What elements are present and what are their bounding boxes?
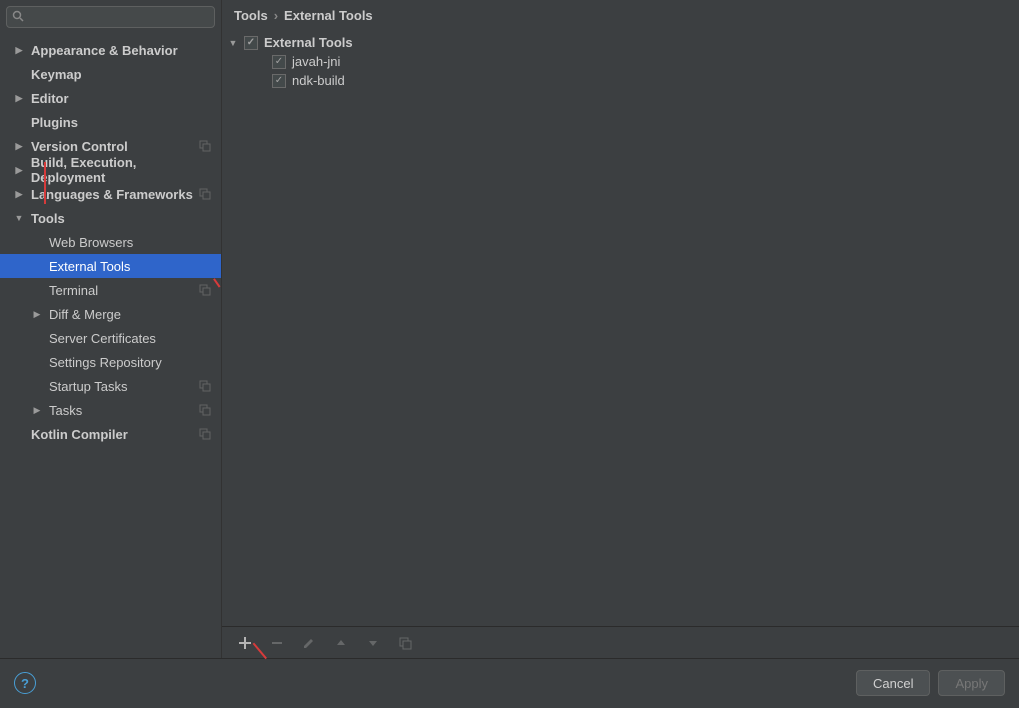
sidebar-item-label: Web Browsers	[49, 235, 133, 250]
search-input[interactable]	[6, 6, 215, 28]
checkbox[interactable]: ✓	[272, 74, 286, 88]
sidebar-item-plugins[interactable]: ▶Plugins	[0, 110, 221, 134]
tool-item-label: javah-jni	[292, 54, 340, 69]
sidebar-item-tools[interactable]: ▼ Tools	[0, 206, 221, 230]
sidebar-item-label: Editor	[31, 91, 69, 106]
sidebar-item-label: Kotlin Compiler	[31, 427, 128, 442]
project-scope-icon	[199, 380, 211, 392]
breadcrumb-part: External Tools	[284, 8, 373, 23]
sidebar-item-kotlin-compiler[interactable]: ▶Kotlin Compiler	[0, 422, 221, 446]
tree-root-external-tools[interactable]: ▼ ✓ External Tools	[228, 33, 1019, 52]
tree-root-label: External Tools	[264, 35, 353, 50]
add-icon[interactable]	[236, 634, 254, 652]
sidebar-item-label: External Tools	[49, 259, 130, 274]
sidebar-item-label: Diff & Merge	[49, 307, 121, 322]
sidebar-item-appearance-behavior[interactable]: ▶ Appearance & Behavior	[0, 38, 221, 62]
cancel-button[interactable]: Cancel	[856, 670, 930, 696]
chevron-right-icon: ▶	[14, 165, 24, 176]
settings-sidebar: ▶Appearance & Behavior▶Keymap▶Editor▶Plu…	[0, 0, 222, 658]
sidebar-item-label: Startup Tasks	[49, 379, 128, 394]
sidebar-item-label: Version Control	[31, 139, 128, 154]
chevron-down-icon: ▼	[228, 38, 238, 48]
sidebar-item-diff-merge[interactable]: ▶ Diff & Merge	[0, 302, 221, 326]
sidebar-item-settings-repository[interactable]: ▶Settings Repository	[0, 350, 221, 374]
bottom-bar: ? Cancel Apply	[0, 659, 1019, 707]
sidebar-item-label: Terminal	[49, 283, 98, 298]
sidebar-item-keymap[interactable]: ▶Keymap	[0, 62, 221, 86]
sidebar-item-terminal[interactable]: ▶Terminal	[0, 278, 221, 302]
apply-button[interactable]: Apply	[938, 670, 1005, 696]
project-scope-icon	[199, 428, 211, 440]
sidebar-item-server-certificates[interactable]: ▶Server Certificates	[0, 326, 221, 350]
help-icon[interactable]: ?	[14, 672, 36, 694]
sidebar-item-label: Keymap	[31, 67, 82, 82]
move-up-icon[interactable]	[332, 634, 350, 652]
sidebar-item-web-browsers[interactable]: ▶Web Browsers	[0, 230, 221, 254]
tool-item-label: ndk-build	[292, 73, 345, 88]
sidebar-item-label: Plugins	[31, 115, 78, 130]
tool-item-javah-jni[interactable]: ✓ javah-jni	[228, 52, 1019, 71]
sidebar-item-external-tools[interactable]: ▶External Tools	[0, 254, 221, 278]
sidebar-item-label: Server Certificates	[49, 331, 156, 346]
checkbox[interactable]: ✓	[244, 36, 258, 50]
sidebar-item-label: Tools	[31, 211, 65, 226]
sidebar-item-startup-tasks[interactable]: ▶Startup Tasks	[0, 374, 221, 398]
tools-toolbar	[222, 626, 1019, 658]
chevron-right-icon: ▶	[32, 309, 42, 320]
chevron-right-icon: ▶	[14, 141, 24, 152]
move-down-icon[interactable]	[364, 634, 382, 652]
sidebar-item-label: Build, Execution, Deployment	[31, 155, 213, 185]
project-scope-icon	[199, 284, 211, 296]
chevron-right-icon: ▶	[14, 93, 24, 104]
settings-content: Tools › External Tools ▼ ✓ External Tool…	[222, 0, 1019, 658]
project-scope-icon	[199, 140, 211, 152]
chevron-right-icon: ▶	[32, 405, 42, 416]
tool-item-ndk-build[interactable]: ✓ ndk-build	[228, 71, 1019, 90]
chevron-down-icon: ▼	[14, 213, 24, 223]
sidebar-item-label: Tasks	[49, 403, 82, 418]
chevron-right-icon: ▶	[14, 45, 24, 56]
chevron-right-icon: ▶	[14, 189, 24, 200]
project-scope-icon	[199, 404, 211, 416]
sidebar-item-label: Appearance & Behavior	[31, 43, 178, 58]
chevron-right-icon: ›	[274, 8, 278, 23]
project-scope-icon	[199, 188, 211, 200]
sidebar-item-build-execution-deployment[interactable]: ▶ Build, Execution, Deployment	[0, 158, 221, 182]
edit-icon[interactable]	[300, 634, 318, 652]
sidebar-item-label: Languages & Frameworks	[31, 187, 193, 202]
copy-icon[interactable]	[396, 634, 414, 652]
checkbox[interactable]: ✓	[272, 55, 286, 69]
sidebar-item-tasks[interactable]: ▶ Tasks	[0, 398, 221, 422]
sidebar-item-editor[interactable]: ▶ Editor	[0, 86, 221, 110]
remove-icon[interactable]	[268, 634, 286, 652]
sidebar-item-label: Settings Repository	[49, 355, 162, 370]
external-tools-tree: ▼ ✓ External Tools ✓ javah-jni ✓ ndk-build	[222, 33, 1019, 626]
sidebar-item-languages-frameworks[interactable]: ▶ Languages & Frameworks	[0, 182, 221, 206]
breadcrumb: Tools › External Tools	[222, 0, 1019, 33]
breadcrumb-part[interactable]: Tools	[234, 8, 268, 23]
